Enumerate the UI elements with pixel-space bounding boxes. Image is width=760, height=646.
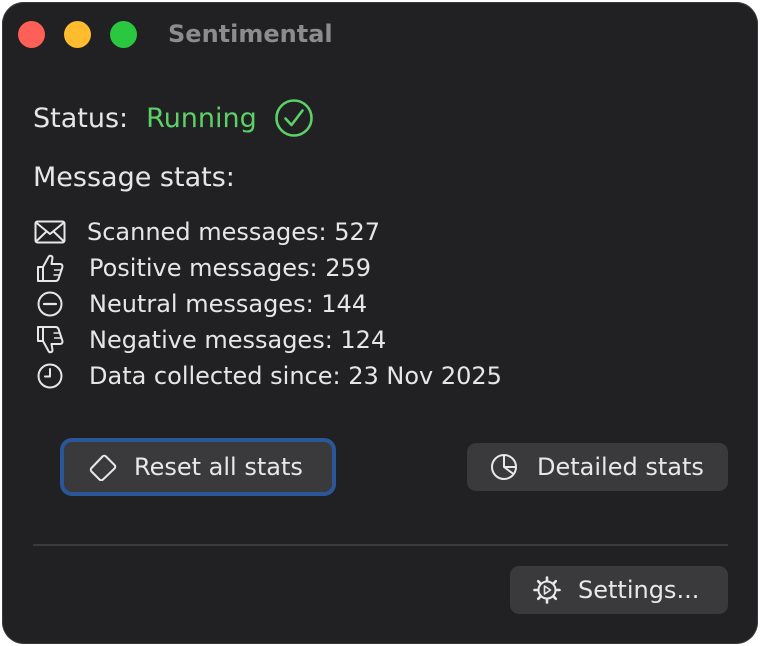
stat-since: Data collected since: 23 Nov 2025 (33, 358, 502, 394)
stat-negative-text: Negative messages: 124 (89, 326, 387, 354)
stats-list: Scanned messages: 527 Positive messages:… (33, 214, 502, 394)
status-row: Status: Running (33, 98, 314, 138)
zoom-window-button[interactable] (110, 21, 137, 48)
stat-scanned: Scanned messages: 527 (33, 214, 502, 250)
message-stats-heading: Message stats: (33, 162, 235, 193)
status-value: Running (146, 102, 257, 134)
minimize-window-button[interactable] (64, 21, 91, 48)
stat-positive: Positive messages: 259 (33, 250, 502, 286)
stat-negative: Negative messages: 124 (33, 322, 502, 358)
envelope-icon (33, 216, 67, 248)
checkmark-circle-icon (274, 99, 313, 137)
window-title: Sentimental (168, 20, 333, 48)
detailed-stats-label: Detailed stats (537, 453, 704, 481)
thumbs-down-icon (33, 324, 67, 356)
settings-label: Settings... (578, 576, 700, 604)
app-window: Sentimental Status: Running Message stat… (2, 2, 758, 644)
reset-stats-button[interactable]: Reset all stats (60, 438, 336, 496)
stat-neutral-text: Neutral messages: 144 (89, 290, 368, 318)
eraser-icon (88, 452, 118, 482)
thumbs-up-icon (33, 252, 67, 284)
stat-since-text: Data collected since: 23 Nov 2025 (89, 362, 502, 390)
stat-positive-text: Positive messages: 259 (89, 254, 372, 282)
clock-icon (33, 360, 67, 392)
settings-button[interactable]: Settings... (510, 566, 728, 614)
pie-chart-icon (489, 452, 519, 482)
stat-neutral: Neutral messages: 144 (33, 286, 502, 322)
status-label: Status: (33, 102, 129, 134)
stat-scanned-text: Scanned messages: 527 (87, 218, 381, 246)
gear-icon (532, 575, 562, 605)
minus-circle-icon (33, 288, 67, 320)
divider (33, 544, 728, 546)
close-window-button[interactable] (18, 21, 45, 48)
reset-stats-label: Reset all stats (134, 453, 303, 481)
detailed-stats-button[interactable]: Detailed stats (467, 443, 728, 491)
